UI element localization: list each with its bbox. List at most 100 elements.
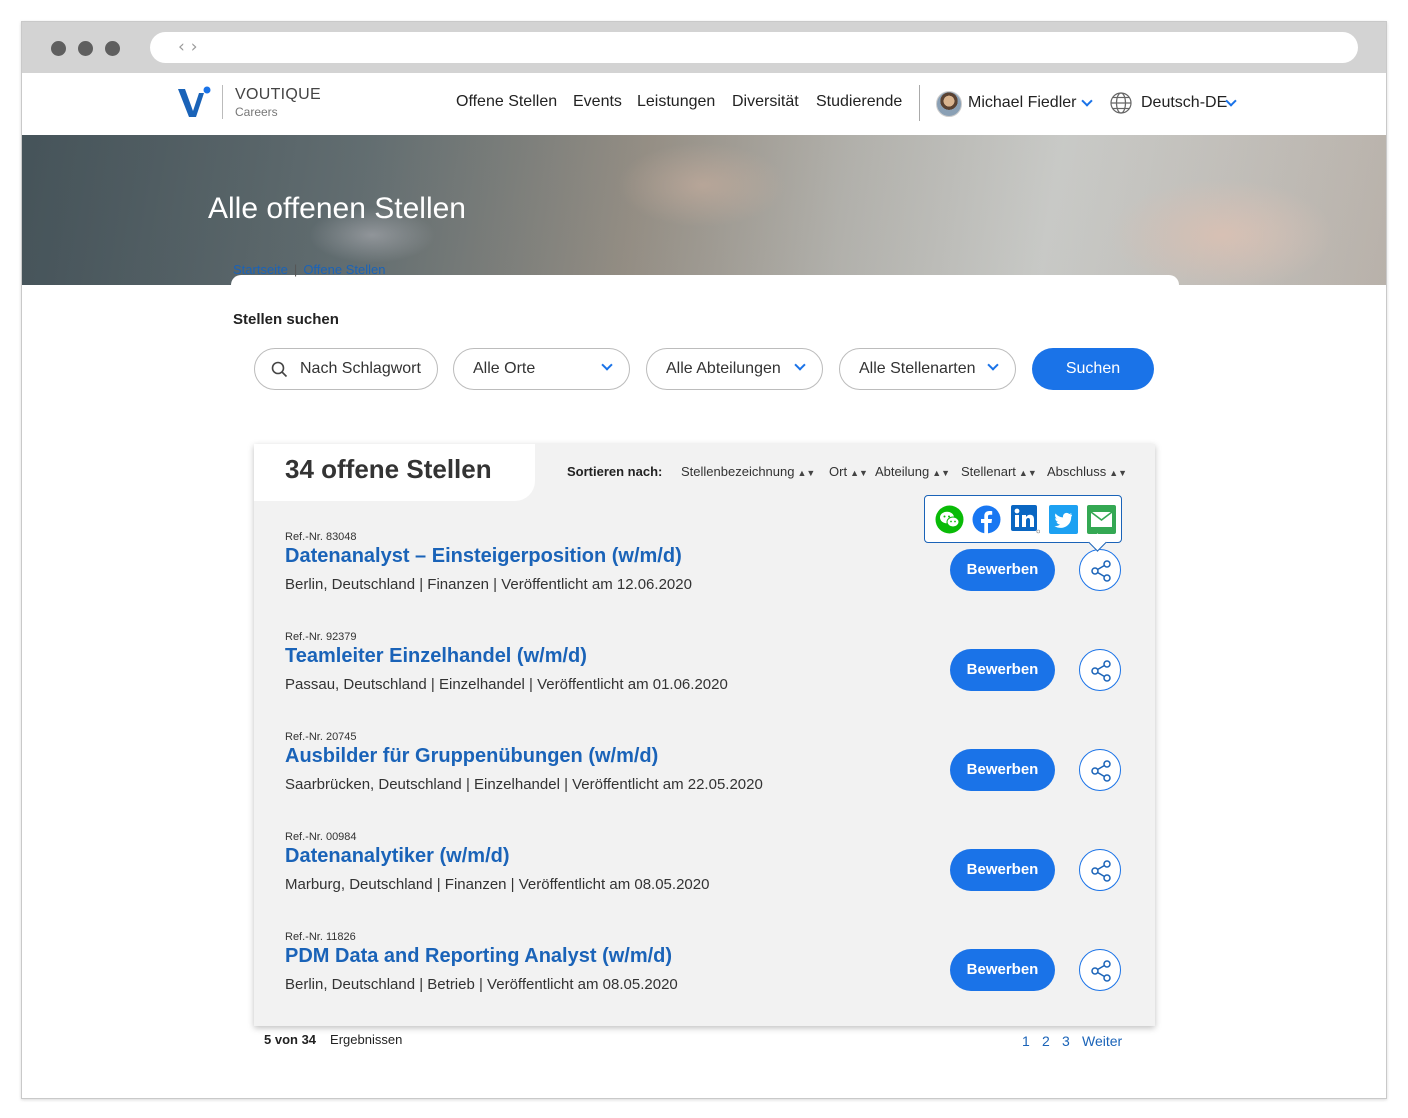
nav-item-diversitaet[interactable]: Diversität [732,93,799,111]
job-title-link[interactable]: PDM Data and Reporting Analyst (w/m/d) [285,945,672,968]
content-card-top [231,275,1179,315]
sort-by-location[interactable]: Ort ▲▼ [829,464,868,479]
job-title-link[interactable]: Teamleiter Einzelhandel (w/m/d) [285,645,587,668]
brand-subtitle: Careers [235,105,278,119]
job-ref-number: Ref.-Nr. 11826 [285,931,356,943]
share-icon [1091,760,1111,782]
sort-by-title[interactable]: Stellenbezeichnung ▲▼ [681,464,815,479]
sort-by-job-type[interactable]: Stellenart ▲▼ [961,464,1037,479]
chevron-down-icon [987,359,999,371]
apply-button[interactable]: Bewerben [950,949,1055,991]
results-count: 5 von 34 Ergebnissen [264,1032,402,1047]
department-select-value: Alle Abteilungen [666,360,781,377]
nav-item-studierende[interactable]: Studierende [816,93,902,111]
sort-by-department-label: Abteilung [875,464,930,479]
apply-button[interactable]: Bewerben [950,749,1055,791]
nav-item-offene-stellen[interactable]: Offene Stellen [456,93,557,111]
user-avatar[interactable] [936,91,962,117]
job-list-item: Ref.-Nr. 92379 Teamleiter Einzelhandel (… [285,631,1125,721]
share-popover [924,495,1122,543]
breadcrumb-home[interactable]: Startseite [233,262,288,277]
nav-item-leistungen[interactable]: Leistungen [637,93,715,111]
sort-by-degree-label: Abschluss [1047,464,1107,479]
results-count-bold: 5 von 34 [264,1032,317,1047]
breadcrumb-current[interactable]: Offene Stellen [303,262,385,277]
job-title-link[interactable]: Datenanalytiker (w/m/d) [285,845,510,868]
brand-name: VOUTIQUE [235,86,321,103]
department-select[interactable]: Alle Abteilungen [646,348,823,390]
job-ref-number: Ref.-Nr. 83048 [285,531,357,543]
location-select[interactable]: Alle Orte [453,348,630,390]
share-icon [1091,860,1111,882]
job-meta: Marburg, Deutschland | Finanzen | Veröff… [285,876,710,893]
apply-button[interactable]: Bewerben [950,649,1055,691]
pagination-page-1[interactable]: 1 [1022,1033,1030,1049]
search-button[interactable]: Suchen [1032,348,1154,390]
back-forward-icon[interactable]: ‹› [178,37,204,57]
pagination-page-2[interactable]: 2 [1042,1033,1050,1049]
window-close-dot[interactable] [51,41,66,56]
breadcrumb-separator: | [293,262,298,277]
share-icon [1091,560,1111,582]
user-menu[interactable]: Michael Fiedler [968,94,1076,112]
sort-by-title-label: Stellenbezeichnung [681,464,795,479]
share-button[interactable] [1079,849,1121,891]
results-count-title: 34 offene Stellen [285,454,492,484]
twitter-icon[interactable] [1049,505,1078,534]
share-button[interactable] [1079,749,1121,791]
sort-arrows-icon: ▲▼ [850,468,868,478]
chevron-down-icon [794,359,806,371]
address-bar[interactable]: ‹› [150,32,1358,63]
breadcrumb: Startseite | Offene Stellen [233,262,385,277]
job-meta: Berlin, Deutschland | Finanzen | Veröffe… [285,576,692,593]
sort-by-department[interactable]: Abteilung ▲▼ [875,464,950,479]
sort-arrows-icon: ▲▼ [932,468,951,478]
job-ref-number: Ref.-Nr. 92379 [285,631,357,643]
sort-arrows-icon: ▲▼ [797,468,816,478]
site-header: VOUTIQUE Careers Offene Stellen Events L… [22,73,1386,135]
search-icon [271,361,288,378]
results-count-text: Ergebnissen [330,1032,403,1047]
globe-icon[interactable] [1109,91,1133,115]
page-title: Alle offenen Stellen [208,192,466,225]
logo-divider [222,85,223,119]
share-icon [1091,660,1111,682]
pagination-page-3[interactable]: 3 [1062,1033,1070,1049]
window-minimize-dot[interactable] [78,41,93,56]
results-header-tab: 34 offene Stellen [254,444,535,501]
job-list-item: Ref.-Nr. 20745 Ausbilder für Gruppenübun… [285,731,1125,821]
keyword-search-input[interactable]: Nach Schlagwort [254,348,438,390]
pagination-next[interactable]: Weiter [1082,1033,1122,1049]
linkedin-icon[interactable] [1011,505,1040,534]
facebook-icon[interactable] [972,505,1001,534]
sort-by-job-type-label: Stellenart [961,464,1016,479]
share-button[interactable] [1079,649,1121,691]
share-button[interactable] [1079,549,1121,591]
keyword-placeholder: Nach Schlagwort [300,360,421,377]
voutique-logo-icon[interactable] [176,85,216,121]
search-section-label: Stellen suchen [233,311,339,328]
job-title-link[interactable]: Ausbilder für Gruppenübungen (w/m/d) [285,745,658,768]
apply-button[interactable]: Bewerben [950,549,1055,591]
browser-chrome: ‹› [22,22,1386,73]
nav-item-events[interactable]: Events [573,93,622,111]
share-button[interactable] [1079,949,1121,991]
sort-arrows-icon: ▲▼ [1018,468,1037,478]
wechat-icon[interactable] [935,505,964,534]
chevron-down-icon[interactable] [1081,95,1093,107]
hero-banner: Alle offenen Stellen [22,135,1386,285]
job-ref-number: Ref.-Nr. 20745 [285,731,357,743]
sort-by-degree[interactable]: Abschluss ▲▼ [1047,464,1127,479]
email-icon[interactable] [1087,505,1116,534]
nav-divider [919,85,920,121]
job-meta: Saarbrücken, Deutschland | Einzelhandel … [285,776,763,793]
sort-arrows-icon: ▲▼ [1109,468,1128,478]
apply-button[interactable]: Bewerben [950,849,1055,891]
job-type-select[interactable]: Alle Stellenarten [839,348,1016,390]
chevron-down-icon [601,359,613,371]
language-selector[interactable]: Deutsch-DE [1141,94,1227,112]
window-maximize-dot[interactable] [105,41,120,56]
job-title-link[interactable]: Datenanalyst – Einsteigerposition (w/m/d… [285,545,682,568]
location-select-value: Alle Orte [473,360,536,377]
job-meta: Passau, Deutschland | Einzelhandel | Ver… [285,676,728,693]
